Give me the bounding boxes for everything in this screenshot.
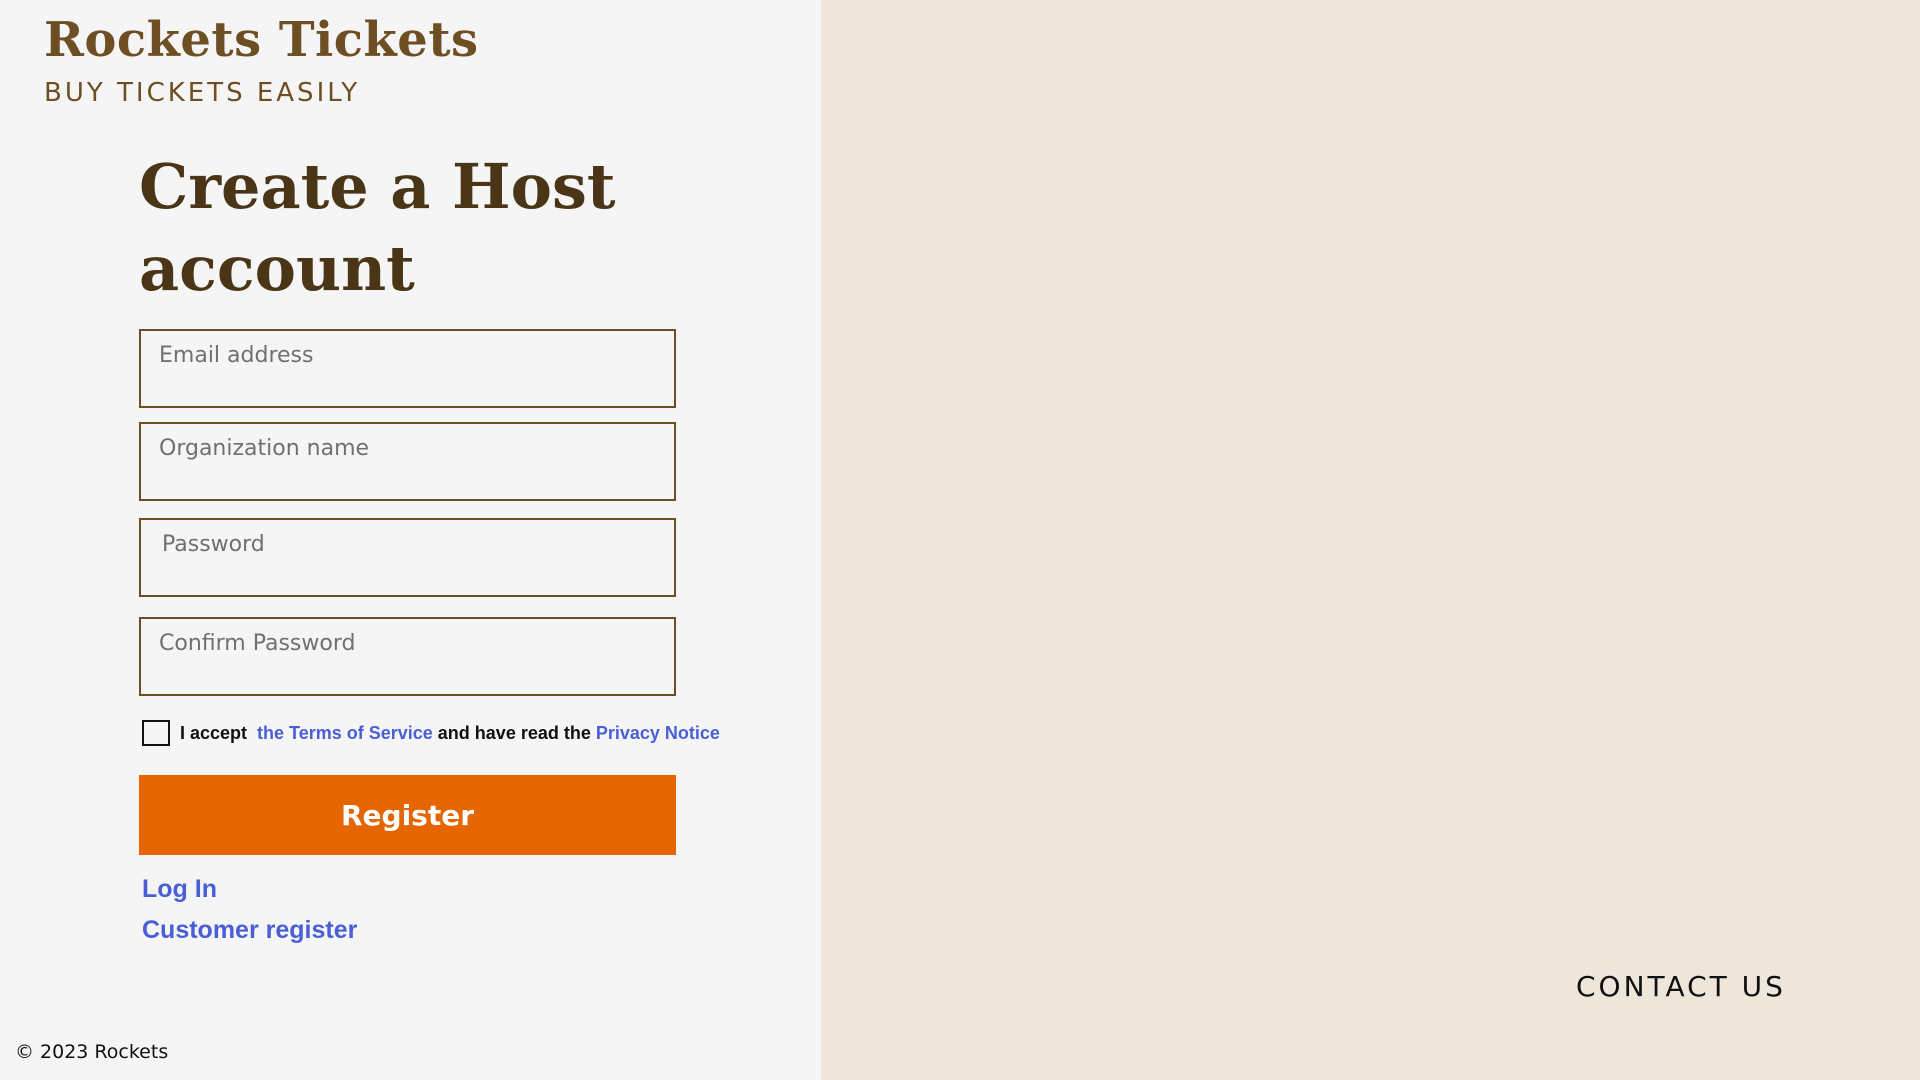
brand-title[interactable]: Rockets Tickets <box>44 12 479 68</box>
email-field[interactable] <box>141 331 674 406</box>
page-title-line1: Create a Host <box>139 150 616 223</box>
organization-field-box <box>139 422 676 501</box>
confirm-password-field-box <box>139 617 676 696</box>
terms-of-service-link[interactable]: the Terms of Service <box>257 723 433 744</box>
confirm-password-field[interactable] <box>141 619 674 694</box>
brand-tagline: BUY TICKETS EASILY <box>44 78 361 108</box>
login-link[interactable]: Log In <box>142 875 217 904</box>
consent-middle: and have read the <box>432 722 596 743</box>
password-field-box <box>139 518 676 597</box>
copyright-text: © 2023 Rockets <box>15 1041 169 1063</box>
consent-prefix: I accept <box>180 722 253 743</box>
contact-us-link[interactable]: CONTACT US <box>1576 970 1786 1003</box>
right-panel <box>821 0 1920 1080</box>
password-field[interactable] <box>141 520 674 595</box>
privacy-notice-link[interactable]: Privacy Notice <box>596 723 720 744</box>
terms-checkbox[interactable] <box>142 720 170 746</box>
consent-row: I accept the Terms of Service and have r… <box>142 720 720 746</box>
page-title-line2: account <box>139 232 415 305</box>
page-title: Create a Host account <box>139 146 739 310</box>
email-field-box <box>139 329 676 408</box>
register-button[interactable]: Register <box>139 775 676 855</box>
organization-name-field[interactable] <box>141 424 674 499</box>
customer-register-link[interactable]: Customer register <box>142 916 357 945</box>
